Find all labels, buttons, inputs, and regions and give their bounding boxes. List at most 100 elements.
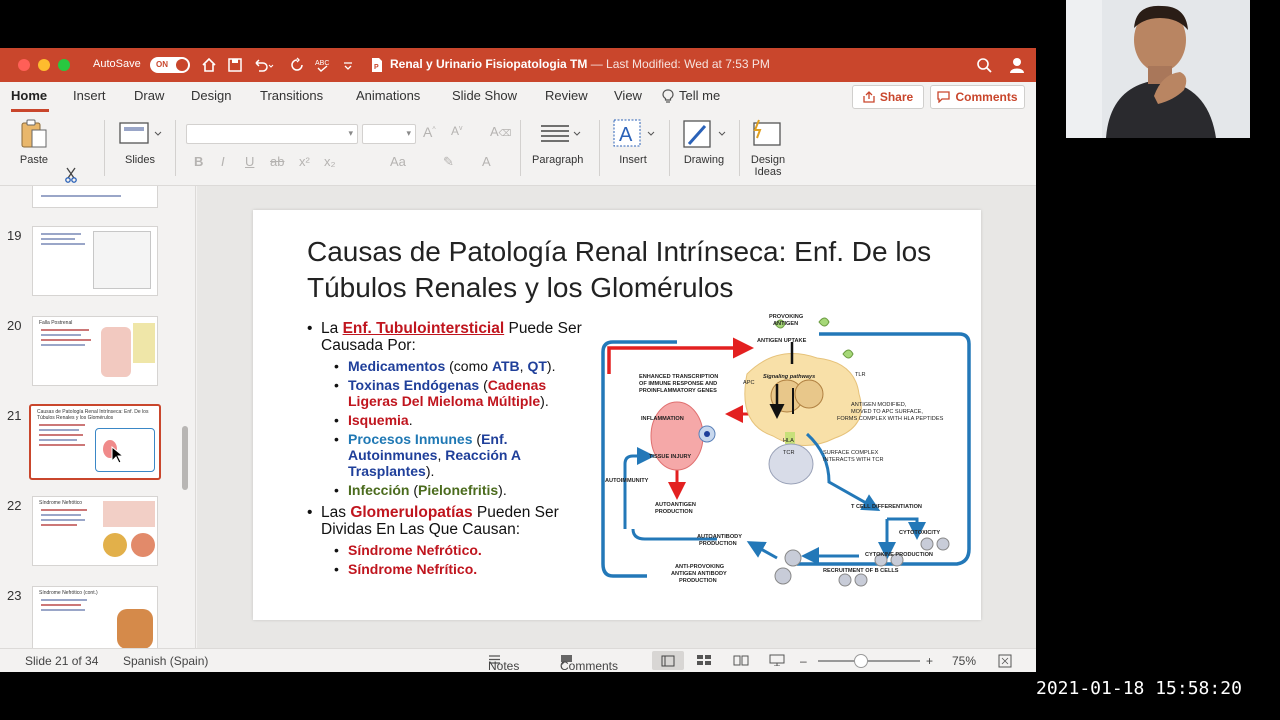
redo-icon[interactable] — [289, 56, 305, 74]
title-bar: AutoSave ON ABC P Renal y Urinario Fisio… — [0, 48, 1036, 82]
comments-label: Comments — [955, 90, 1018, 104]
slide-number: 19 — [7, 228, 22, 243]
zoom-out-button[interactable]: – — [800, 654, 807, 668]
slide-number: 21 — [7, 408, 22, 423]
tab-view[interactable]: View — [614, 88, 642, 103]
chevron-down-icon: ▾ — [348, 128, 353, 138]
search-icon[interactable] — [976, 56, 992, 74]
status-bar: Slide 21 of 34 Spanish (Spain) Notes Com… — [0, 648, 1036, 672]
slide-thumbnail-20[interactable]: Falla Postrenal — [32, 316, 158, 386]
autosave-toggle[interactable]: ON — [150, 57, 190, 73]
label-enhanced: ENHANCED TRANSCRIPTION OF IMMUNE RESPONSE… — [639, 374, 718, 394]
sub-bullet-medicamentos: Medicamentos (como ATB, QT). — [307, 358, 597, 374]
slide-body[interactable]: La Enf. Tubulointersticial Puede Ser Cau… — [307, 320, 597, 580]
normal-view-icon — [661, 655, 675, 666]
slides-button[interactable]: Slides — [117, 118, 163, 166]
comments-button[interactable]: Comments — [930, 85, 1025, 109]
tab-slide-show[interactable]: Slide Show — [452, 88, 517, 103]
notes-button[interactable]: Notes — [488, 654, 519, 672]
drawing-button[interactable]: Drawing — [681, 118, 727, 166]
tab-home[interactable]: Home — [11, 88, 47, 103]
immune-response-diagram[interactable]: PROVOKING ANTIGEN ANTIGEN UPTAKE Signalin… — [597, 314, 977, 592]
tab-review[interactable]: Review — [545, 88, 588, 103]
minimize-window-button[interactable] — [38, 59, 50, 71]
tab-transitions[interactable]: Transitions — [260, 88, 323, 103]
slide-thumbnail-18[interactable] — [32, 186, 158, 208]
home-icon[interactable] — [201, 56, 217, 74]
underline-button[interactable]: U — [245, 154, 254, 169]
slide-thumbnail-22[interactable]: Síndrome Nefrótico — [32, 496, 158, 566]
label-autoantigen: AUTOANTIGEN PRODUCTION — [655, 502, 696, 515]
paste-button[interactable]: Paste — [18, 118, 50, 166]
superscript-button[interactable]: x² — [299, 154, 310, 169]
spelling-icon[interactable]: ABC — [314, 56, 334, 74]
slide-thumbnail-21[interactable]: Causas de Patología Renal Intrínseca: En… — [29, 404, 161, 480]
fit-to-window-button[interactable] — [998, 654, 1012, 671]
slide-show-button[interactable] — [769, 654, 785, 669]
subscript-button[interactable]: x₂ — [324, 154, 336, 169]
strikethrough-button[interactable]: ab — [270, 154, 284, 169]
tab-design[interactable]: Design — [191, 88, 231, 103]
thumbnail-title: Síndrome Nefrótico (cont.) — [39, 590, 98, 596]
label-tissue-injury: TISSUE INJURY — [649, 454, 691, 460]
label-signaling: Signaling pathways — [763, 374, 815, 380]
zoom-slider[interactable] — [818, 660, 920, 662]
drawing-label: Drawing — [683, 154, 725, 166]
close-window-button[interactable] — [18, 59, 30, 71]
tab-draw[interactable]: Draw — [134, 88, 164, 103]
save-icon[interactable] — [227, 56, 243, 74]
tell-me[interactable]: Tell me — [662, 88, 720, 103]
zoom-window-button[interactable] — [58, 59, 70, 71]
tab-animations[interactable]: Animations — [356, 88, 420, 103]
decrease-font-size-icon[interactable]: Av — [451, 124, 463, 138]
svg-text:A: A — [619, 124, 633, 146]
share-button[interactable]: Share — [852, 85, 924, 109]
sub-bullet-toxinas: Toxinas Endógenas (Cadenas Ligeras Del M… — [307, 377, 597, 409]
label-cytotoxicity: CYTOTOXICITY — [899, 530, 940, 536]
insert-button[interactable]: A Insert — [610, 118, 656, 166]
design-ideas-icon — [753, 119, 781, 146]
slide-counter: Slide 21 of 34 — [25, 654, 99, 668]
svg-text:P: P — [374, 64, 379, 71]
slide-21[interactable]: Causas de Patología Renal Intrínseca: En… — [253, 210, 981, 620]
zoom-in-button[interactable]: + — [926, 654, 933, 668]
drawing-icon — [683, 120, 726, 148]
sidebar-scrollbar[interactable] — [182, 426, 188, 490]
status-comments-button[interactable]: Comments — [560, 654, 618, 672]
account-icon[interactable] — [1008, 56, 1026, 74]
cut-icon[interactable] — [64, 166, 78, 184]
reading-view-button[interactable] — [733, 654, 749, 669]
slide-sorter-button[interactable] — [696, 654, 712, 669]
change-case-button[interactable]: Aa — [390, 154, 406, 169]
font-color-button[interactable]: A — [482, 154, 491, 169]
zoom-slider-thumb[interactable] — [853, 654, 868, 668]
paragraph-icon — [540, 125, 581, 142]
zoom-percentage[interactable]: 75% — [952, 654, 976, 668]
undo-icon[interactable] — [252, 56, 274, 74]
tab-insert[interactable]: Insert — [73, 88, 106, 103]
label-apc: APC — [743, 380, 755, 386]
book-icon — [733, 655, 749, 666]
ribbon-tabs: Home Insert Draw Design Transitions Anim… — [0, 82, 1036, 112]
increase-font-size-icon[interactable]: A^ — [423, 124, 436, 140]
document-title[interactable]: Renal y Urinario Fisiopatologia TM — Las… — [390, 57, 770, 71]
font-family-select[interactable]: ▾ — [186, 124, 358, 144]
normal-view-button[interactable] — [652, 651, 684, 670]
highlighter-icon[interactable]: ✎ — [443, 154, 454, 170]
bold-button[interactable]: B — [194, 154, 203, 169]
font-size-select[interactable]: ▾ — [362, 124, 416, 144]
italic-button[interactable]: I — [221, 154, 225, 169]
customize-toolbar-icon[interactable] — [342, 56, 354, 74]
slide-thumbnail-19[interactable] — [32, 226, 158, 296]
design-ideas-button[interactable]: Design Ideas — [750, 118, 786, 178]
slide-title[interactable]: Causas de Patología Renal Intrínseca: En… — [307, 234, 947, 306]
share-label: Share — [879, 90, 914, 104]
sub-bullet-nefrotico: Síndrome Nefrótico. — [307, 542, 597, 558]
last-modified: — Last Modified: Wed at 7:53 PM — [590, 57, 770, 71]
label-tcr: TCR — [783, 450, 795, 456]
slide-thumbnail-23[interactable]: Síndrome Nefrótico (cont.) — [32, 586, 158, 648]
language-indicator[interactable]: Spanish (Spain) — [123, 654, 208, 668]
clear-formatting-icon[interactable]: A⌫ — [490, 124, 511, 139]
paragraph-button[interactable]: Paragraph — [532, 118, 583, 166]
ribbon-toolbar: Paste Slides ▾ ▾ A^ Av A⌫ B I U ab x² x₂… — [0, 112, 1036, 225]
